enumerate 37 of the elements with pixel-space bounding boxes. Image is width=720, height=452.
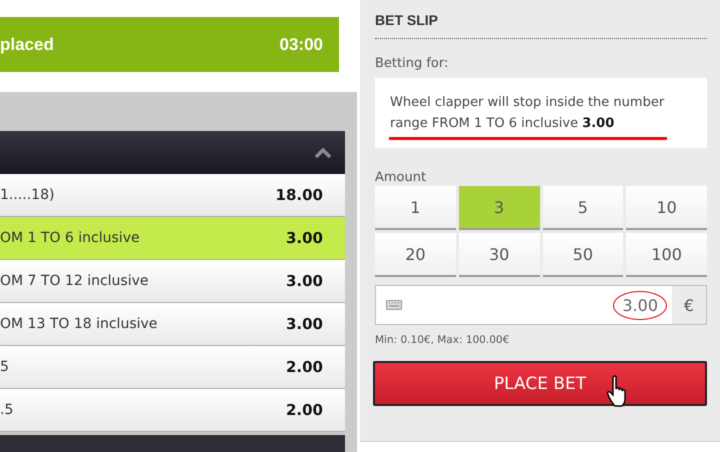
amount-button[interactable]: 5	[542, 186, 624, 230]
amount-button[interactable]: 30	[458, 233, 540, 277]
countdown-timer: 03:00	[280, 34, 323, 54]
selection-text: Wheel clapper will stop inside the number range FROM 1 TO 6 inclusive 3.00	[390, 94, 666, 133]
outcome-label: .5	[0, 402, 14, 418]
outcome-label: OM 13 TO 18 inclusive	[0, 316, 158, 332]
market-row[interactable]: OM 1 TO 6 inclusive 3.00	[0, 217, 345, 260]
outcome-label: OM 7 TO 12 inclusive	[0, 273, 148, 289]
market-row[interactable]: OM 7 TO 12 inclusive 3.00	[0, 260, 345, 303]
outcome-label: OM 1 TO 6 inclusive	[0, 230, 140, 246]
odds-value: 3.00	[286, 272, 323, 290]
odds-value: 3.00	[286, 229, 323, 247]
amount-button[interactable]: 1	[375, 186, 456, 230]
status-label: placed	[0, 34, 54, 54]
currency-label: €	[672, 286, 706, 324]
bet-slip-title: BET SLIP	[375, 11, 440, 30]
amount-button[interactable]: 50	[542, 233, 624, 277]
amount-button[interactable]: 100	[626, 233, 707, 277]
stake-limits: Min: 0.10€, Max: 100.00€	[375, 334, 510, 346]
odds-value: 18.00	[276, 186, 323, 204]
market-row[interactable]: .5 2.00	[0, 389, 345, 432]
amount-button[interactable]: 3	[458, 186, 540, 230]
outcome-label: 5	[0, 359, 9, 375]
amount-button[interactable]: 20	[375, 233, 456, 277]
market-row[interactable]: OM 13 TO 18 inclusive 3.00	[0, 303, 345, 346]
place-bet-button[interactable]: PLACE BET	[373, 361, 707, 406]
stake-value: 3.00	[618, 296, 662, 314]
amount-label: Amount	[375, 170, 428, 185]
stake-field[interactable]: 3.00 €	[375, 285, 707, 325]
outcome-label: 1.....18)	[0, 187, 54, 203]
amount-button[interactable]: 10	[626, 186, 707, 230]
market-row[interactable]: 1.....18) 18.00	[0, 174, 345, 217]
odds-value: 3.00	[286, 315, 323, 333]
odds-value: 2.00	[286, 358, 323, 376]
betting-for-label: Betting for:	[375, 56, 450, 71]
odds-value: 2.00	[286, 401, 323, 419]
market-row[interactable]: 5 2.00	[0, 346, 345, 389]
